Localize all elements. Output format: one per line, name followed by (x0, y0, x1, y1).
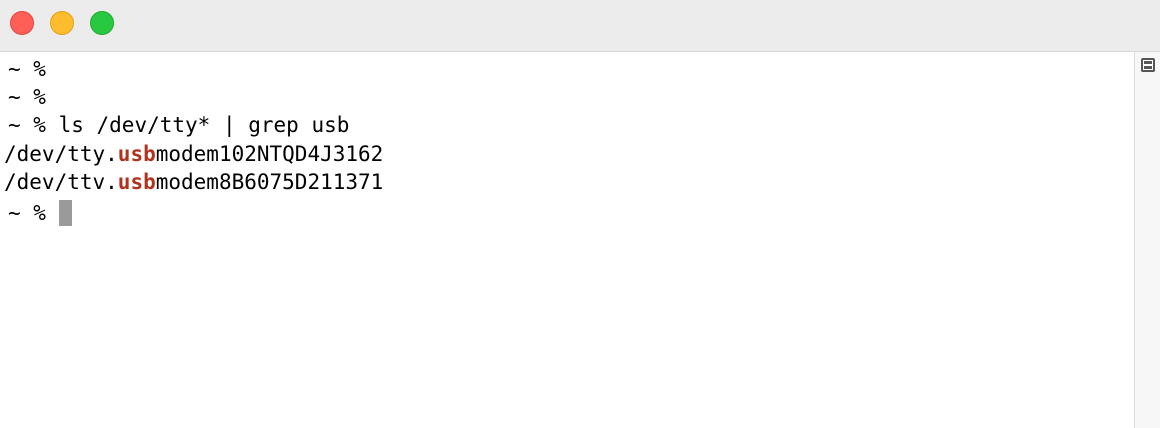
output-line: /dev/tty.usbmodem102NTQD4J3162 (4, 140, 383, 168)
text-cursor (58, 199, 72, 226)
title-bar (0, 0, 1160, 52)
prompt-line: ~ % (8, 83, 46, 111)
prompt: ~ % (8, 201, 46, 225)
output-suffix: modem102NTQD4J3162 (155, 142, 384, 166)
output-line: /dev/ttv.usbmodem8B6075D211371 (4, 168, 383, 196)
output-prefix: /dev/tty. (4, 142, 118, 166)
prompt: ~ % (8, 57, 46, 81)
minimize-window-button[interactable] (50, 11, 74, 35)
output-suffix: modem8B6075D211371 (155, 170, 384, 194)
grep-match: usb (117, 142, 156, 166)
split-pane-icon[interactable] (1141, 58, 1155, 72)
prompt: ~ % (8, 85, 46, 109)
close-window-button[interactable] (10, 11, 34, 35)
current-prompt-line: ~ % (8, 199, 72, 227)
command: ls /dev/tty* | grep usb (45, 113, 350, 137)
terminal-content[interactable]: ~ % ~ % ~ % ls /dev/tty* | grep usb /dev… (0, 52, 1134, 428)
output-prefix: /dev/ttv. (4, 170, 118, 194)
prompt-line: ~ % (8, 55, 46, 83)
prompt-line: ~ % ls /dev/tty* | grep usb (8, 111, 349, 139)
grep-match: usb (117, 170, 156, 194)
zoom-window-button[interactable] (90, 11, 114, 35)
scrollbar[interactable] (1134, 52, 1160, 428)
prompt: ~ % (8, 113, 46, 137)
terminal-window: ~ % ~ % ~ % ls /dev/tty* | grep usb /dev… (0, 0, 1160, 428)
